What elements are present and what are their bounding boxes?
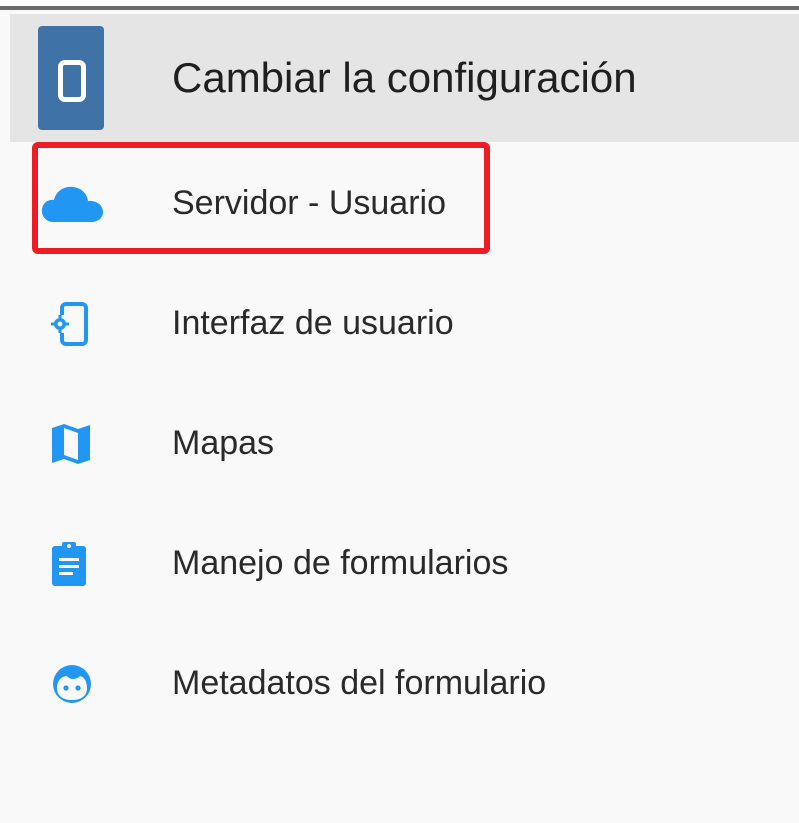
menu-item-label: Metadatos del formulario [172, 664, 547, 702]
menu-item-servidor-usuario[interactable]: Servidor - Usuario [0, 142, 799, 262]
menu-item-manejo-de-formularios[interactable]: Manejo de formularios [0, 502, 799, 622]
phone-settings-icon [51, 302, 88, 346]
menu-item-label: Interfaz de usuario [172, 304, 454, 342]
settings-header: Cambiar la configuración [10, 14, 799, 142]
device-settings-app-icon [38, 26, 104, 130]
face-icon [53, 665, 91, 703]
phone-screen-shape [58, 60, 86, 102]
menu-item-metadatos-del-formulario[interactable]: Metadatos del formulario [0, 622, 799, 742]
clipboard-icon [52, 542, 86, 586]
status-bar-divider [0, 0, 799, 10]
cloud-icon [41, 186, 103, 222]
map-icon [52, 424, 90, 464]
page-title: Cambiar la configuración [172, 54, 637, 101]
menu-item-label: Mapas [172, 424, 275, 462]
menu-item-interfaz-de-usuario[interactable]: Interfaz de usuario [0, 262, 799, 382]
menu-item-label: Manejo de formularios [172, 544, 509, 582]
menu-item-label: Servidor - Usuario [172, 184, 446, 222]
menu-item-mapas[interactable]: Mapas [0, 382, 799, 502]
